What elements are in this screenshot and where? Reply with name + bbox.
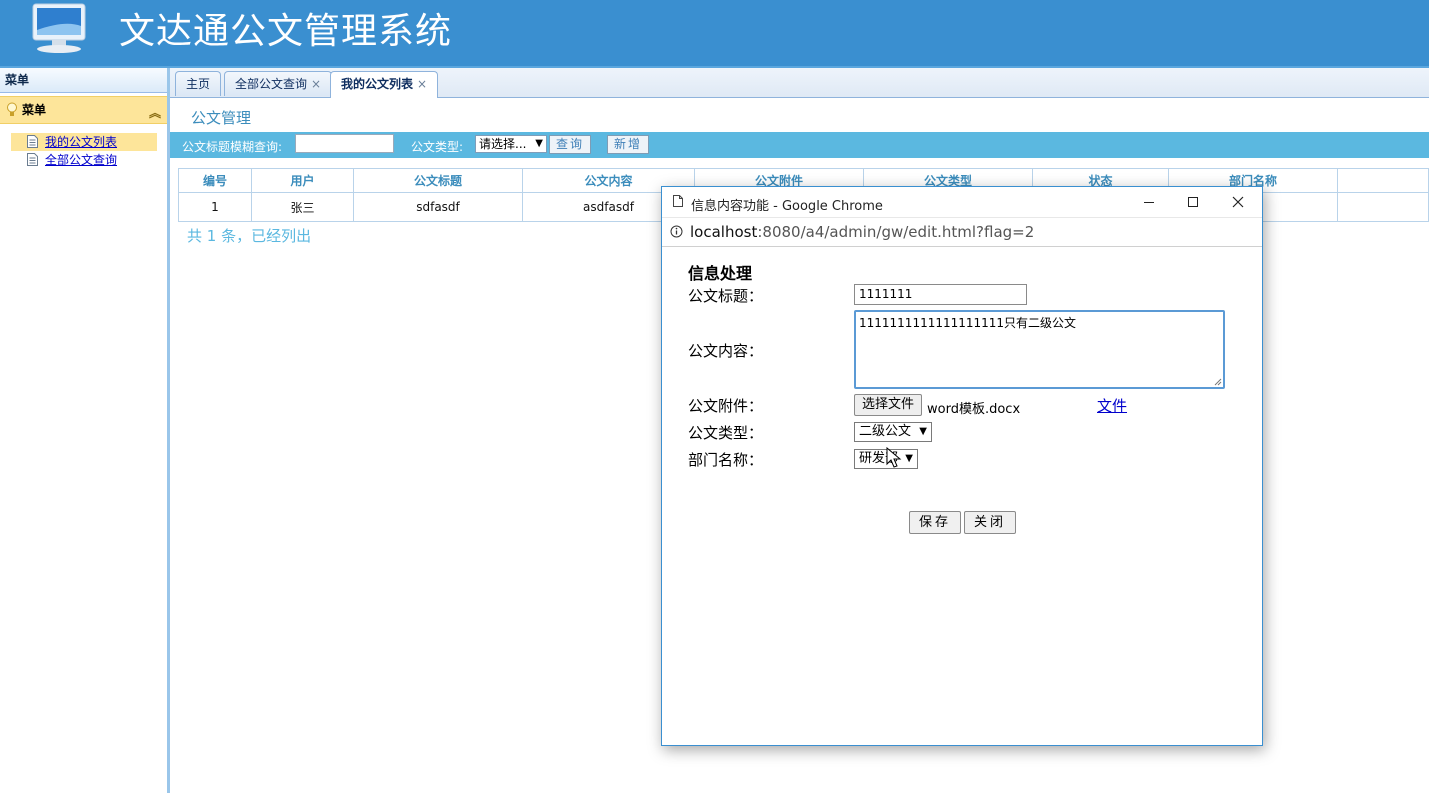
- tab-label: 全部公文查询: [235, 77, 308, 91]
- file-name: word模板.docx: [927, 402, 1021, 417]
- record-count: 共 1 条，已经列出: [187, 227, 312, 245]
- app-title: 文达通公文管理系统: [119, 11, 453, 52]
- tab-my-documents[interactable]: 我的公文列表 ×: [330, 71, 439, 98]
- choose-file-button[interactable]: 选择文件: [854, 394, 923, 416]
- tab-label: 主页: [186, 77, 211, 91]
- content-label: 公文内容：: [688, 342, 764, 360]
- sidebar: 菜单 菜单 ︽ 我的公文列表 全部公文查询: [0, 68, 170, 793]
- minimize-icon[interactable]: [1141, 194, 1157, 210]
- lightbulb-icon: [7, 102, 17, 116]
- section-title: 公文管理: [191, 109, 252, 127]
- type-select[interactable]: 二级公文 ▼: [854, 422, 932, 442]
- close-button[interactable]: 关闭: [964, 511, 1017, 534]
- tab-all-documents[interactable]: 全部公文查询 ×: [224, 71, 333, 96]
- document-icon: [27, 135, 38, 148]
- col-header-user: 用户: [251, 168, 354, 193]
- collapse-up-icon[interactable]: ︽: [149, 100, 161, 126]
- url-text: localhost:8080/a4/admin/gw/edit.html?fla…: [690, 223, 1034, 241]
- type-filter-select[interactable]: 请选择... ▼: [475, 135, 547, 153]
- accordion-label: 菜单: [22, 103, 47, 117]
- type-select-value: 二级公文: [859, 424, 912, 439]
- type-label: 公文类型：: [688, 424, 764, 442]
- content-textarea[interactable]: 1111111111111111111只有二级公文: [854, 310, 1225, 389]
- dropdown-arrow-icon: ▼: [905, 453, 913, 464]
- cell-actions: [1337, 192, 1429, 222]
- edit-form: 信息处理 公文标题： 1111111 公文内容： 111111111111111…: [662, 247, 1262, 746]
- type-filter-value: 请选择...: [479, 137, 527, 151]
- file-link[interactable]: 文件: [1097, 395, 1127, 416]
- menu-item-my-documents[interactable]: 我的公文列表: [11, 133, 157, 151]
- popup-titlebar[interactable]: 信息内容功能 - Google Chrome: [662, 187, 1262, 217]
- cell-user: 张三: [251, 192, 354, 222]
- title-search-input[interactable]: [295, 134, 394, 153]
- col-header-actions: [1337, 168, 1429, 193]
- maximize-icon[interactable]: [1185, 194, 1201, 210]
- type-filter-label: 公文类型:: [411, 140, 464, 154]
- menu-accordion-header[interactable]: 菜单 ︽: [0, 96, 167, 124]
- menu-link-my-documents[interactable]: 我的公文列表: [45, 135, 117, 149]
- content-text: 1111111111111111111只有二级公文: [859, 316, 1077, 330]
- search-label: 公文标题模糊查询:: [182, 140, 283, 154]
- add-button[interactable]: 新增: [607, 135, 650, 154]
- menu-list: 我的公文列表 全部公文查询: [0, 133, 167, 169]
- col-header-id: 编号: [178, 168, 252, 193]
- url-host: localhost: [690, 223, 758, 241]
- title-label: 公文标题：: [688, 287, 764, 305]
- resize-grip-icon[interactable]: [1214, 378, 1222, 386]
- query-button[interactable]: 查询: [549, 135, 592, 154]
- dropdown-arrow-icon: ▼: [535, 138, 543, 149]
- attachment-label: 公文附件：: [688, 397, 764, 415]
- dept-label: 部门名称：: [688, 451, 764, 469]
- edit-popup-window: 信息内容功能 - Google Chrome localhost:8080/a4…: [661, 186, 1263, 746]
- save-button[interactable]: 保存: [909, 511, 962, 534]
- sidebar-title: 菜单: [0, 68, 167, 93]
- tab-home[interactable]: 主页: [175, 71, 222, 96]
- search-toolbar: 公文标题模糊查询: 公文类型: 请选择... ▼ 查询 新增: [170, 132, 1429, 158]
- tab-bar: 主页 全部公文查询 × 我的公文列表 ×: [170, 68, 1429, 98]
- app-header: 文达通公文管理系统: [0, 0, 1429, 68]
- tab-label: 我的公文列表: [341, 77, 414, 91]
- title-input[interactable]: 1111111: [854, 284, 1027, 305]
- page-icon: [673, 195, 683, 207]
- col-header-title: 公文标题: [353, 168, 523, 193]
- cell-id: 1: [178, 192, 252, 222]
- tab-close-icon[interactable]: ×: [311, 77, 321, 91]
- menu-link-all-documents[interactable]: 全部公文查询: [45, 153, 117, 167]
- document-icon: [27, 153, 38, 166]
- tab-close-icon[interactable]: ×: [417, 77, 427, 91]
- address-bar[interactable]: localhost:8080/a4/admin/gw/edit.html?fla…: [662, 217, 1262, 247]
- mouse-cursor-icon: [886, 447, 902, 468]
- info-icon[interactable]: [670, 225, 683, 238]
- menu-item-all-documents[interactable]: 全部公文查询: [11, 151, 157, 169]
- computer-logo-icon: [32, 3, 86, 53]
- popup-title: 信息内容功能 - Google Chrome: [691, 199, 883, 214]
- form-heading: 信息处理: [688, 264, 753, 283]
- cell-title: sdfasdf: [353, 192, 523, 222]
- dropdown-arrow-icon: ▼: [919, 426, 927, 437]
- url-path: :8080/a4/admin/gw/edit.html?flag=2: [757, 223, 1035, 241]
- close-icon[interactable]: [1230, 194, 1246, 210]
